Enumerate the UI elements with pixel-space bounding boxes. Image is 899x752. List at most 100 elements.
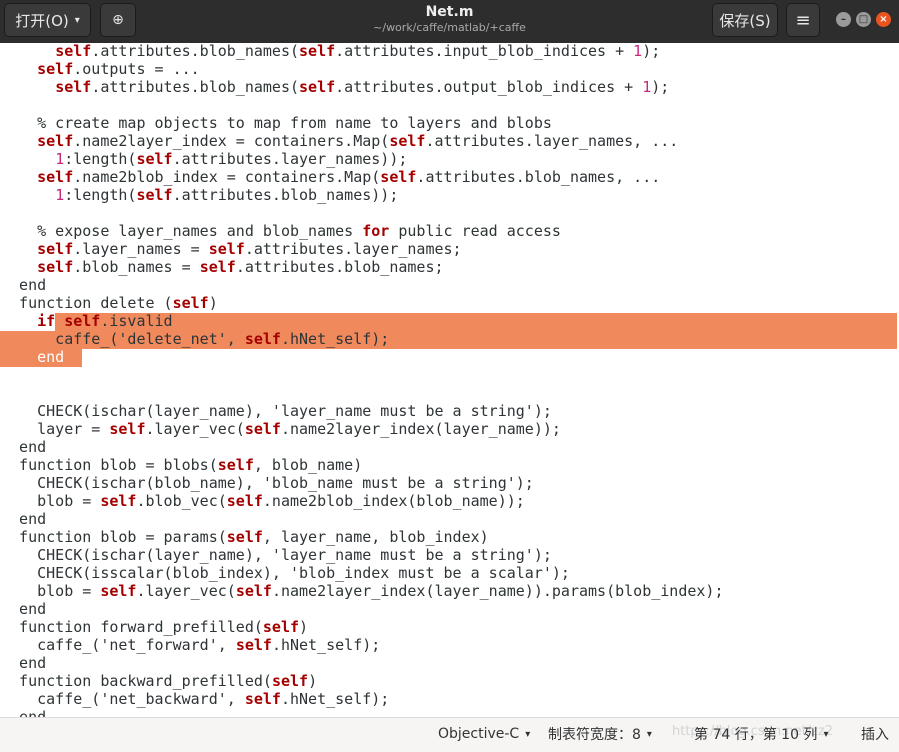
- code-token: .hNet_self);: [271, 636, 381, 654]
- minimize-button[interactable]: –: [836, 12, 851, 27]
- code-keyword: self: [226, 492, 263, 510]
- tab-width-label: 制表符宽度：8: [548, 727, 641, 743]
- code-token: layer =: [1, 420, 110, 438]
- code-token: function blob = params(: [1, 528, 227, 546]
- code-keyword: self: [244, 330, 281, 348]
- code-line: end: [0, 510, 723, 528]
- code-number: 1: [633, 43, 643, 60]
- code-line: self.blob_names = self.attributes.blob_n…: [0, 258, 723, 276]
- code-line: self.name2blob_index = containers.Map(se…: [0, 168, 723, 186]
- code-token: end: [1, 708, 47, 717]
- code-token: end: [1, 366, 47, 384]
- code-token: .attributes.blob_names(: [91, 43, 300, 60]
- chevron-down-icon: ▾: [74, 14, 80, 26]
- code-token: .blob_vec(: [136, 492, 227, 510]
- code-token: % create map objects to map from name to…: [1, 114, 552, 132]
- cursor-position-selector[interactable]: 第 74 行，第 10 列 ▾: [694, 723, 828, 745]
- code-line: CHECK(ischar(layer_name), 'layer_name mu…: [0, 546, 723, 564]
- open-button[interactable]: 打开(O) ▾: [4, 3, 91, 37]
- code-token: ): [208, 294, 218, 312]
- code-token: :length(: [64, 186, 137, 204]
- tab-width-selector[interactable]: 制表符宽度：8 ▾: [548, 723, 652, 745]
- code-line: function backward_prefilled(self): [0, 672, 723, 690]
- code-keyword: self: [208, 240, 245, 258]
- save-button[interactable]: 保存(S): [712, 3, 778, 37]
- code-keyword: self: [217, 456, 254, 474]
- code-line: % create map objects to map from name to…: [0, 114, 723, 132]
- language-selector[interactable]: Objective-C ▾: [438, 723, 530, 745]
- status-bar: Objective-C ▾ 制表符宽度：8 ▾ https://blog.csd…: [0, 717, 899, 752]
- new-document-button[interactable]: ⊕: [100, 3, 136, 37]
- code-token: .attributes.blob_names, ...: [416, 168, 661, 186]
- code-token: blob =: [1, 582, 101, 600]
- code-line: end: [0, 438, 723, 456]
- code-keyword: self: [271, 672, 309, 690]
- code-token: end: [1, 348, 65, 366]
- code-token: .name2layer_index(layer_name));: [280, 420, 561, 438]
- code-token: .blob_names =: [73, 258, 200, 276]
- code-token: end: [1, 654, 47, 672]
- code-line: end: [0, 654, 723, 672]
- code-line: function blob = blobs(self, blob_name): [0, 456, 723, 474]
- insert-mode-label: 插入: [861, 727, 889, 743]
- code-line: self.attributes.blob_names(self.attribut…: [0, 78, 723, 96]
- code-line: end: [0, 348, 723, 366]
- code-line: caffe_('net_forward', self.hNet_self);: [0, 636, 723, 654]
- code-keyword: self: [299, 78, 336, 96]
- code-token: end: [1, 276, 47, 294]
- code-token: , layer_name, blob_index): [262, 528, 489, 546]
- code-token: .hNet_self);: [280, 690, 390, 708]
- hamburger-menu-button[interactable]: ≡: [786, 3, 820, 37]
- code-line: % expose layer_names and blob_names for …: [0, 222, 723, 240]
- code-token: caffe_('delete_net',: [1, 330, 245, 348]
- open-button-label: 打开(O): [15, 11, 69, 30]
- code-token: .attributes.blob_names));: [172, 186, 399, 204]
- code-token: CHECK(ischar(layer_name), 'layer_name mu…: [1, 546, 552, 564]
- code-token: function delete (: [1, 294, 173, 312]
- code-keyword: self: [226, 528, 263, 546]
- code-token: % expose layer_names and blob_names: [1, 222, 363, 240]
- code-token: function blob = blobs(: [1, 456, 218, 474]
- code-line: CHECK(ischar(blob_name), 'blob_name must…: [0, 474, 723, 492]
- code-text: self.attributes.blob_names(self.attribut…: [0, 43, 723, 717]
- code-token: ): [299, 618, 309, 636]
- code-token: .attributes.layer_names, ...: [425, 132, 679, 150]
- code-line: blob = self.layer_vec(self.name2layer_in…: [0, 582, 723, 600]
- code-line: CHECK(isscalar(blob_index), 'blob_index …: [0, 564, 723, 582]
- code-editor[interactable]: self.attributes.blob_names(self.attribut…: [0, 43, 899, 717]
- code-token: .attributes.blob_names;: [235, 258, 444, 276]
- code-token: .layer_vec(: [145, 420, 245, 438]
- code-keyword: self: [262, 618, 300, 636]
- code-keyword: self: [100, 492, 137, 510]
- code-keyword: self: [235, 384, 272, 402]
- code-token: function forward_prefilled(: [1, 618, 263, 636]
- language-label: Objective-C: [438, 726, 520, 742]
- code-token: .layer_vec(: [136, 582, 236, 600]
- close-button[interactable]: ×: [876, 12, 891, 27]
- code-token: .name2layer_index = containers.Map(: [73, 132, 390, 150]
- code-line: blob = self.blob_vec(self.name2blob_inde…: [0, 492, 723, 510]
- insert-mode-indicator[interactable]: 插入: [861, 723, 889, 745]
- code-token: .isvalid: [100, 312, 173, 330]
- code-line: layer = self.layer_vec(self.name2layer_i…: [0, 420, 723, 438]
- code-keyword: self: [37, 168, 74, 186]
- chevron-down-icon: ▾: [646, 728, 652, 740]
- code-keyword: for: [362, 222, 390, 240]
- code-line: end: [0, 600, 723, 618]
- maximize-button[interactable]: □: [856, 12, 871, 27]
- code-token: , layer_name): [271, 384, 390, 402]
- minimize-icon: –: [841, 14, 846, 25]
- code-line: 1:length(self.attributes.blob_names));: [0, 186, 723, 204]
- code-token: .name2blob_index = containers.Map(: [73, 168, 381, 186]
- code-keyword: self: [136, 150, 173, 168]
- code-line: function forward_prefilled(self): [0, 618, 723, 636]
- code-keyword: self: [37, 258, 74, 276]
- code-line: function layer = layers(self, layer_name…: [0, 384, 723, 402]
